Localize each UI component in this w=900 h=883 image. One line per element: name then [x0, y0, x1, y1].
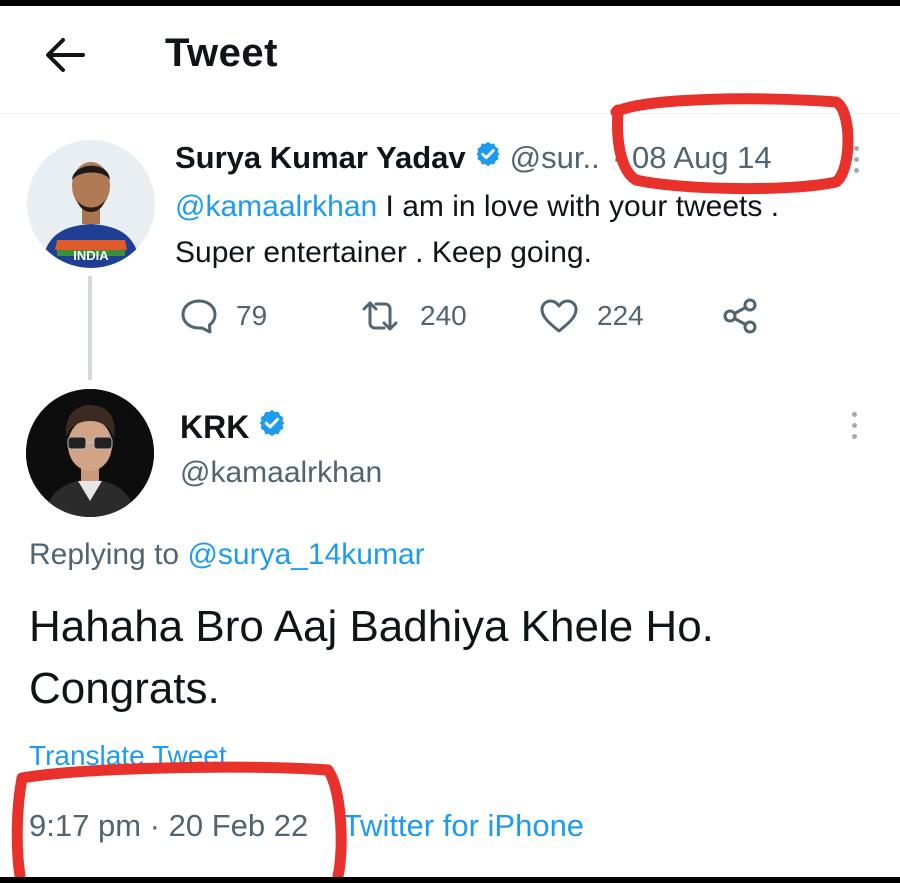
avatar-jersey-text: INDIA	[73, 248, 109, 263]
back-button[interactable]	[40, 30, 90, 80]
main-text-line2: Congrats.	[29, 664, 220, 713]
heart-icon	[540, 299, 578, 333]
like-count: 224	[597, 300, 644, 331]
share-button[interactable]	[720, 294, 760, 338]
replying-to-link[interactable]: @surya_14kumar	[187, 538, 424, 571]
retweet-icon	[362, 301, 398, 331]
avatar-krk[interactable]	[26, 389, 154, 517]
tweet-meta: 9:17 pm · 20 Feb 22 Twitter for iPhone	[29, 808, 584, 844]
meta-separator: ·	[149, 808, 160, 843]
parent-tweet-text: @kamaalrkhan I am in love with your twee…	[175, 184, 875, 276]
like-button[interactable]: 224	[539, 294, 644, 338]
parent-mention-link[interactable]: @kamaalrkhan	[175, 190, 377, 223]
parent-more-options-icon[interactable]	[851, 146, 861, 173]
tweet-time[interactable]: 9:17 pm	[29, 808, 141, 843]
main-display-name[interactable]: KRK	[180, 409, 249, 446]
thread-connector	[88, 276, 92, 380]
main-text-line1: Hahaha Bro Aaj Badhiya Khele Ho.	[29, 602, 714, 651]
tweet-source-link[interactable]: Twitter for iPhone	[343, 808, 584, 843]
verified-badge-icon	[474, 140, 502, 176]
retweet-button[interactable]: 240	[358, 294, 467, 338]
verified-badge-icon	[257, 408, 287, 446]
parent-tweet-header: Surya Kumar Yadav @sur.. · 08 Aug 14	[175, 138, 772, 178]
bottom-border	[0, 877, 900, 883]
retweet-count: 240	[420, 300, 467, 331]
reply-icon	[181, 299, 217, 334]
parent-display-name[interactable]: Surya Kumar Yadav	[175, 140, 466, 176]
header-divider	[0, 113, 900, 114]
replying-prefix: Replying to	[29, 538, 188, 571]
avatar-surya[interactable]: INDIA	[27, 140, 155, 268]
parent-date[interactable]: 08 Aug 14	[632, 140, 772, 176]
top-border	[0, 0, 900, 6]
avatar-photo: INDIA	[27, 140, 155, 268]
reply-button[interactable]: 79	[180, 294, 267, 338]
share-icon	[723, 298, 757, 334]
separator-dot: ·	[611, 140, 623, 175]
tweet-date[interactable]: 20 Feb 22	[169, 808, 309, 843]
arrow-left-icon	[46, 38, 85, 72]
parent-text-line1: I am in love with your tweets .	[377, 190, 780, 223]
main-tweet-header: KRK	[180, 404, 295, 450]
main-handle[interactable]: @kamaalrkhan	[180, 456, 382, 490]
translate-tweet-link[interactable]: Translate Tweet	[29, 740, 227, 772]
replying-to: Replying to @surya_14kumar	[29, 538, 425, 572]
avatar-photo	[26, 389, 154, 517]
reply-count: 79	[236, 300, 268, 331]
page-title: Tweet	[165, 31, 278, 75]
main-more-options-icon[interactable]	[849, 412, 859, 439]
main-tweet-text: Hahaha Bro Aaj Badhiya Khele Ho. Congrat…	[29, 596, 879, 720]
parent-text-line2: Super entertainer . Keep going.	[175, 236, 592, 269]
parent-handle[interactable]: @sur..	[510, 140, 600, 176]
